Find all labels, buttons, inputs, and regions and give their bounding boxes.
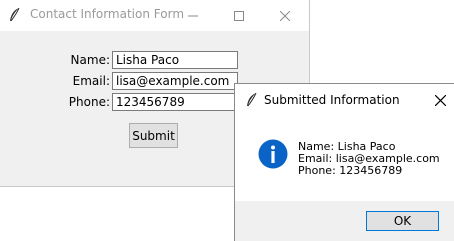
name-field[interactable]: Lisha Paco <box>112 51 238 69</box>
name-label: Name: <box>70 53 110 67</box>
phone-field[interactable]: 123456789 <box>112 93 238 111</box>
main-window-title: Contact Information Form <box>30 7 185 21</box>
phone-label: Phone: <box>68 95 110 109</box>
ok-button[interactable]: OK <box>366 211 439 231</box>
dialog-titlebar[interactable]: Submitted Information <box>235 84 454 117</box>
submit-button[interactable]: Submit <box>129 123 178 148</box>
minimize-icon <box>188 6 198 25</box>
dialog-title: Submitted Information <box>264 93 400 107</box>
message-line-phone: Phone: 123456789 <box>298 164 403 177</box>
dialog-close-button[interactable] <box>425 84 454 117</box>
close-button[interactable] <box>262 0 308 31</box>
email-label: Email: <box>72 74 110 88</box>
main-titlebar[interactable]: Contact Information Form <box>0 0 309 31</box>
feather-icon <box>245 92 259 108</box>
dialog-message: Name: Lisha Paco Email: lisa@example.com… <box>298 141 440 177</box>
feather-icon <box>8 7 22 23</box>
info-icon <box>258 139 288 169</box>
email-field[interactable]: lisa@example.com <box>112 72 238 90</box>
close-icon <box>434 91 446 110</box>
maximize-button[interactable] <box>216 0 262 31</box>
maximize-icon <box>234 6 244 25</box>
minimize-button[interactable] <box>170 0 216 31</box>
dialog-body: Name: Lisha Paco Email: lisa@example.com… <box>235 117 454 201</box>
submitted-info-dialog: Submitted Information Name: Lisha Paco E… <box>234 83 454 241</box>
close-icon <box>279 6 291 25</box>
